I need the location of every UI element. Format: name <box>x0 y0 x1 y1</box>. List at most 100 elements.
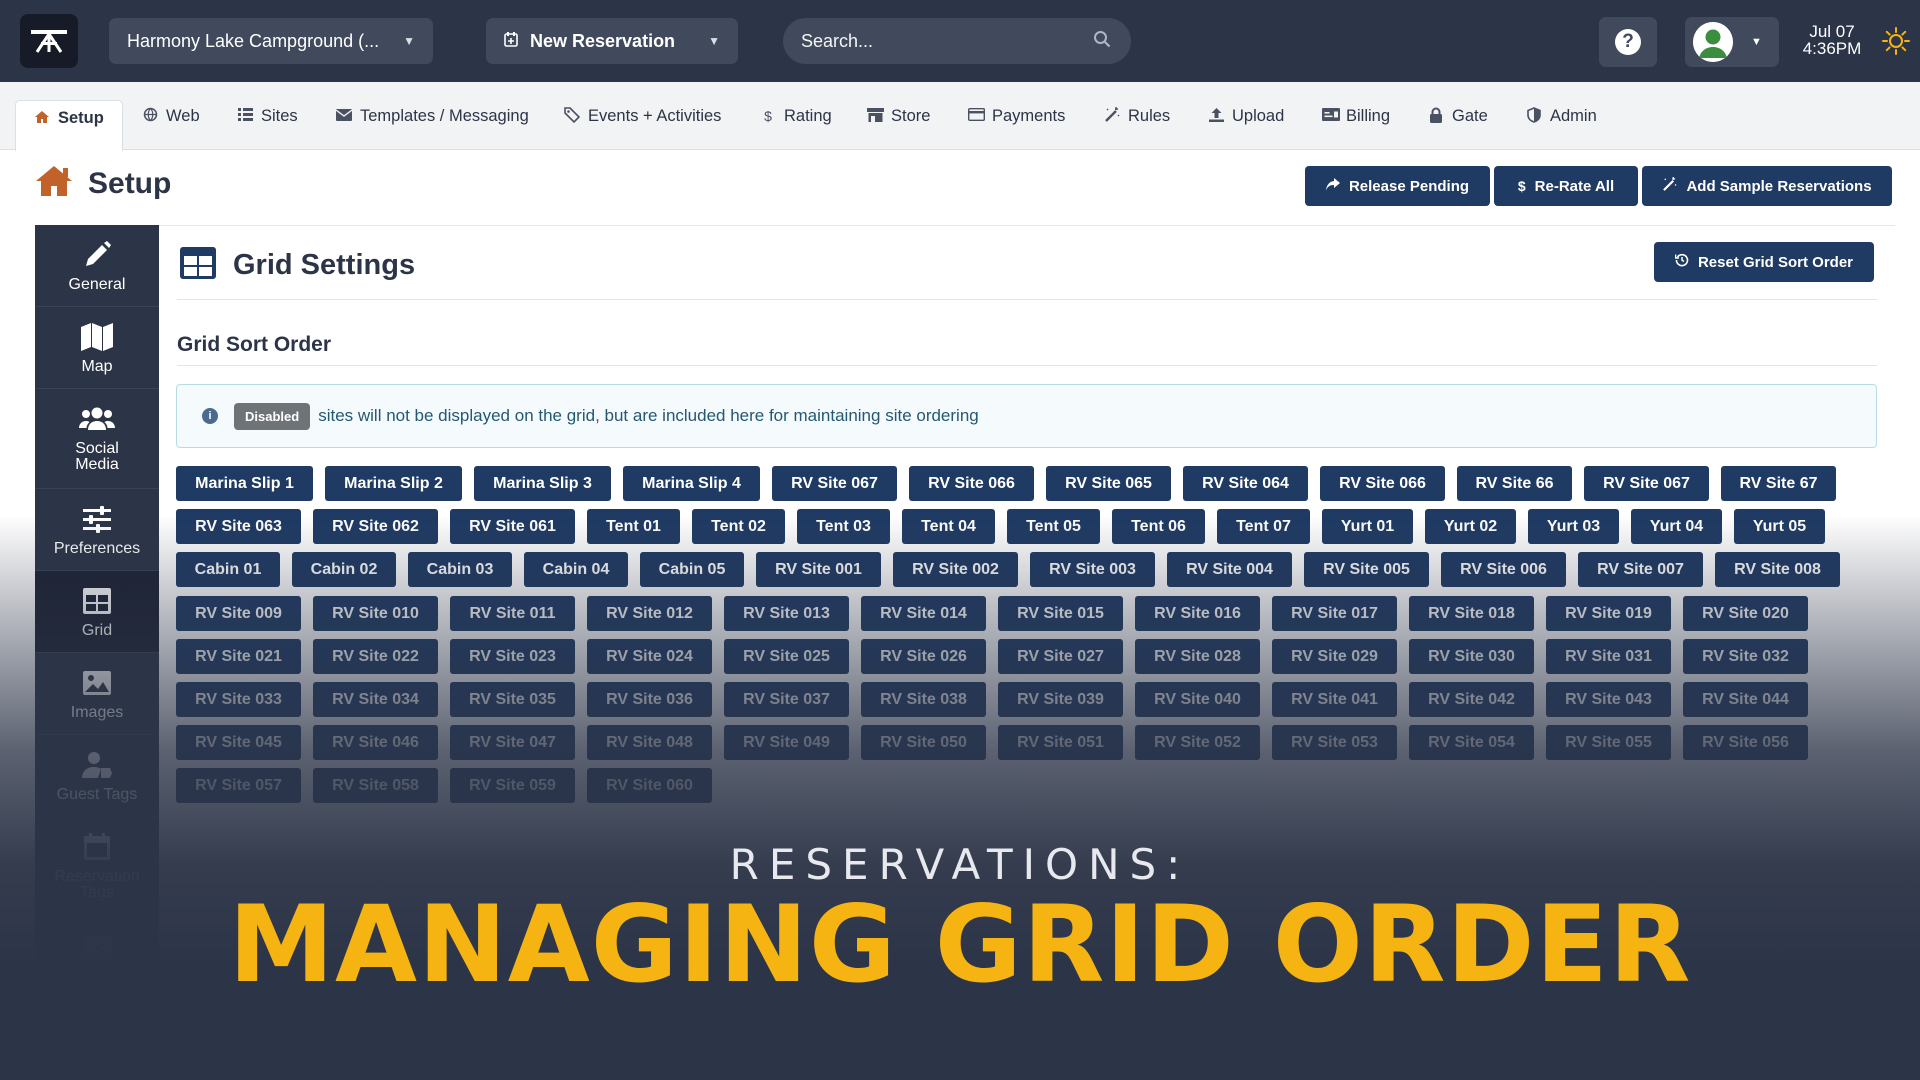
site-chip[interactable]: RV Site 061 <box>450 509 575 544</box>
site-chip[interactable]: RV Site 028 <box>1135 639 1260 674</box>
site-chip[interactable]: RV Site 019 <box>1546 596 1671 631</box>
chevron-down-icon[interactable]: ▼ <box>708 34 720 48</box>
tab-store[interactable]: Store <box>867 100 930 132</box>
site-chip[interactable]: Tent 02 <box>692 509 785 544</box>
sun-icon[interactable] <box>1882 27 1910 60</box>
tab-setup[interactable]: Setup <box>15 100 123 151</box>
search-input[interactable] <box>801 30 1081 52</box>
site-chip[interactable]: RV Site 013 <box>724 596 849 631</box>
site-chip[interactable]: RV Site 66 <box>1457 466 1572 501</box>
site-chip[interactable]: RV Site 024 <box>587 639 712 674</box>
sidenav-item-preferences[interactable]: Preferences <box>35 489 159 571</box>
tab-templates-messaging[interactable]: Templates / Messaging <box>335 100 529 132</box>
rerate-all-button[interactable]: $ Re-Rate All <box>1494 166 1638 206</box>
sidenav-item-guest-tags[interactable]: Guest Tags <box>35 735 159 817</box>
site-chip[interactable]: RV Site 006 <box>1441 552 1566 587</box>
site-chip[interactable]: Tent 01 <box>587 509 680 544</box>
site-chip[interactable]: RV Site 046 <box>313 725 438 760</box>
site-chip[interactable]: RV Site 025 <box>724 639 849 674</box>
site-chip[interactable]: RV Site 032 <box>1683 639 1808 674</box>
site-chip[interactable]: RV Site 037 <box>724 682 849 717</box>
site-chip[interactable]: RV Site 005 <box>1304 552 1429 587</box>
site-chip[interactable]: RV Site 067 <box>1584 466 1709 501</box>
site-chip[interactable]: RV Site 045 <box>176 725 301 760</box>
site-chip[interactable]: Cabin 05 <box>640 552 744 587</box>
site-chip[interactable]: RV Site 012 <box>587 596 712 631</box>
help-button[interactable]: ? <box>1599 17 1657 67</box>
site-chip[interactable]: RV Site 063 <box>176 509 301 544</box>
site-chip[interactable]: RV Site 050 <box>861 725 986 760</box>
tab-upload[interactable]: Upload <box>1208 100 1284 132</box>
site-chip[interactable]: Marina Slip 3 <box>474 466 611 501</box>
reset-grid-sort-order-button[interactable]: Reset Grid Sort Order <box>1654 242 1874 282</box>
sidenav-item-grid[interactable]: Grid <box>35 571 169 653</box>
site-chip[interactable]: RV Site 027 <box>998 639 1123 674</box>
tab-sites[interactable]: Sites <box>237 100 298 132</box>
tab-events-activities[interactable]: Events + Activities <box>564 100 721 132</box>
site-chip[interactable]: RV Site 051 <box>998 725 1123 760</box>
site-chip[interactable]: RV Site 053 <box>1272 725 1397 760</box>
site-chip[interactable]: Tent 04 <box>902 509 995 544</box>
site-chip[interactable]: RV Site 018 <box>1409 596 1534 631</box>
site-chip[interactable]: RV Site 030 <box>1409 639 1534 674</box>
site-chip[interactable]: RV Site 026 <box>861 639 986 674</box>
site-chip[interactable]: RV Site 048 <box>587 725 712 760</box>
site-chip[interactable]: RV Site 029 <box>1272 639 1397 674</box>
site-chip[interactable]: RV Site 031 <box>1546 639 1671 674</box>
site-chip[interactable]: RV Site 016 <box>1135 596 1260 631</box>
site-chip[interactable]: Yurt 04 <box>1631 509 1722 544</box>
site-chip[interactable]: RV Site 001 <box>756 552 881 587</box>
app-logo[interactable] <box>20 14 78 68</box>
site-chip[interactable]: RV Site 066 <box>1320 466 1445 501</box>
add-sample-reservations-button[interactable]: Add Sample Reservations <box>1642 166 1892 206</box>
site-chip[interactable]: Marina Slip 2 <box>325 466 462 501</box>
new-reservation-button[interactable]: New Reservation ▼ <box>486 18 738 64</box>
site-chip[interactable]: RV Site 020 <box>1683 596 1808 631</box>
sidenav-item-social-media[interactable]: Social Media <box>35 389 159 489</box>
sidenav-item-map[interactable]: Map <box>35 307 159 389</box>
site-chip[interactable]: RV Site 003 <box>1030 552 1155 587</box>
tab-web[interactable]: Web <box>142 100 200 132</box>
site-chip[interactable]: Cabin 03 <box>408 552 512 587</box>
site-chip[interactable]: RV Site 065 <box>1046 466 1171 501</box>
site-chip[interactable]: RV Site 014 <box>861 596 986 631</box>
site-chip[interactable]: RV Site 022 <box>313 639 438 674</box>
site-chip[interactable]: RV Site 021 <box>176 639 301 674</box>
site-chip[interactable]: RV Site 060 <box>587 768 712 803</box>
tab-gate[interactable]: Gate <box>1428 100 1488 132</box>
user-menu-button[interactable]: ▼ <box>1685 17 1779 67</box>
site-chip[interactable]: RV Site 064 <box>1183 466 1308 501</box>
site-chip[interactable]: Yurt 03 <box>1528 509 1619 544</box>
site-chip[interactable]: RV Site 049 <box>724 725 849 760</box>
site-chip[interactable]: RV Site 055 <box>1546 725 1671 760</box>
site-chip[interactable]: RV Site 017 <box>1272 596 1397 631</box>
tab-admin[interactable]: Admin <box>1526 100 1597 132</box>
site-chip[interactable]: RV Site 67 <box>1721 466 1836 501</box>
site-chip[interactable]: RV Site 042 <box>1409 682 1534 717</box>
site-chip[interactable]: RV Site 033 <box>176 682 301 717</box>
tab-rating[interactable]: $ Rating <box>760 100 832 132</box>
site-chip[interactable]: RV Site 034 <box>313 682 438 717</box>
site-chip[interactable]: Tent 03 <box>797 509 890 544</box>
site-chip[interactable]: RV Site 054 <box>1409 725 1534 760</box>
site-chip[interactable]: Yurt 05 <box>1734 509 1825 544</box>
release-pending-button[interactable]: Release Pending <box>1305 166 1490 206</box>
site-chip[interactable]: Tent 06 <box>1112 509 1205 544</box>
site-chip[interactable]: RV Site 009 <box>176 596 301 631</box>
site-chip[interactable]: Cabin 01 <box>176 552 280 587</box>
site-chip[interactable]: RV Site 066 <box>909 466 1034 501</box>
site-chip[interactable]: RV Site 057 <box>176 768 301 803</box>
site-chip[interactable]: RV Site 056 <box>1683 725 1808 760</box>
site-chip[interactable]: RV Site 008 <box>1715 552 1840 587</box>
site-chip[interactable]: RV Site 044 <box>1683 682 1808 717</box>
tab-payments[interactable]: Payments <box>967 100 1065 132</box>
site-chip[interactable]: Marina Slip 4 <box>623 466 760 501</box>
site-chip[interactable]: Tent 05 <box>1007 509 1100 544</box>
sidenav-item-images[interactable]: Images <box>35 653 159 735</box>
site-chip[interactable]: RV Site 036 <box>587 682 712 717</box>
site-chip[interactable]: RV Site 002 <box>893 552 1018 587</box>
site-chip[interactable]: RV Site 052 <box>1135 725 1260 760</box>
site-chip[interactable]: Tent 07 <box>1217 509 1310 544</box>
site-chip[interactable]: RV Site 041 <box>1272 682 1397 717</box>
site-chip[interactable]: RV Site 023 <box>450 639 575 674</box>
